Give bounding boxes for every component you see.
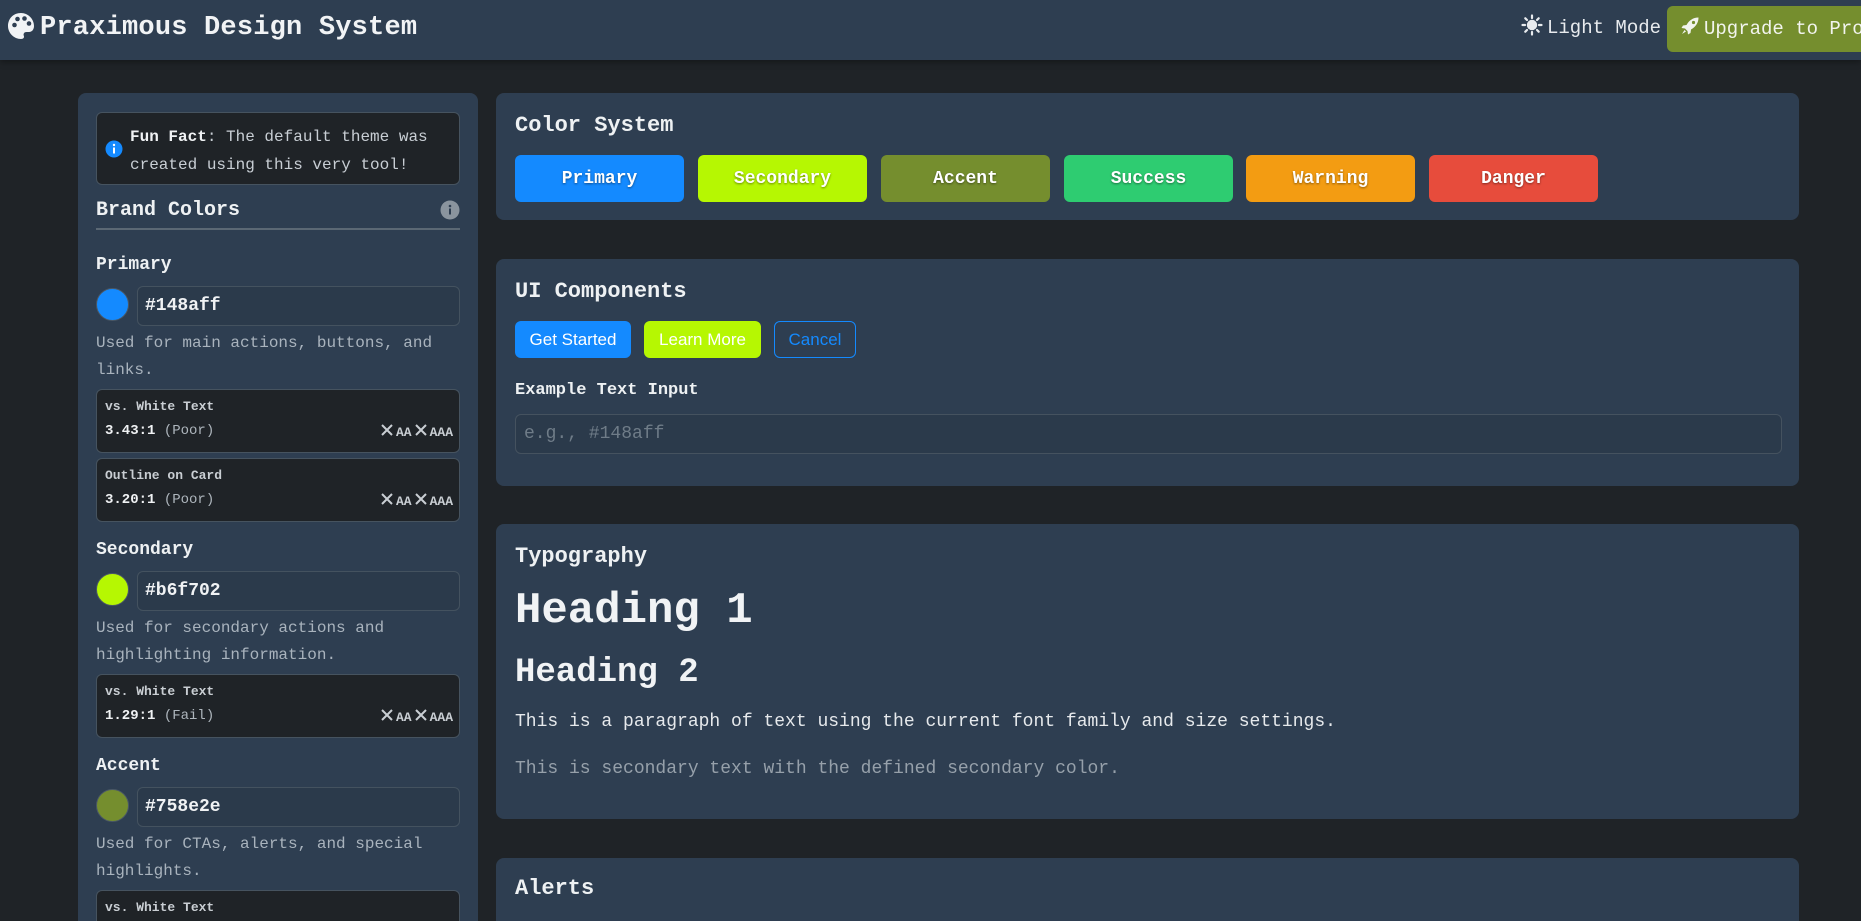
- contrast-rating: (Poor): [163, 423, 215, 439]
- contrast-ratio-value: 3.20:1: [105, 492, 156, 508]
- x-icon: [380, 492, 394, 510]
- contrast-rating: (Poor): [163, 492, 215, 508]
- contrast-ratio: 1.29:1 (Fail): [105, 708, 214, 724]
- aa-badge: AA: [395, 424, 412, 440]
- swatch-success[interactable]: Success: [1064, 155, 1233, 202]
- info-icon: [105, 140, 123, 163]
- input-label: Example Text Input: [515, 381, 699, 400]
- wcag-badges: AA AAA: [380, 423, 453, 441]
- wcag-badges: AA AAA: [380, 492, 453, 510]
- contrast-label: vs. White Text: [105, 399, 215, 414]
- upgrade-to-pro-button[interactable]: Upgrade to Pro: [1667, 6, 1861, 52]
- x-icon: [414, 492, 428, 510]
- color-label-accent: Accent: [96, 756, 161, 776]
- typography-card: Typography Heading 1 Heading 2 This is a…: [496, 524, 1799, 819]
- color-description-accent: Used for CTAs, alerts, and special highl…: [96, 835, 423, 880]
- card-title: Typography: [515, 544, 648, 569]
- contrast-label: Outline on Card: [105, 468, 223, 483]
- contrast-rating: (Fail): [163, 708, 215, 724]
- aaa-badge: AAA: [429, 709, 453, 725]
- card-title: Color System: [515, 113, 674, 138]
- x-icon: [414, 708, 428, 726]
- aa-badge: AA: [395, 493, 412, 509]
- learn-more-button[interactable]: Learn More: [644, 321, 761, 358]
- sun-icon: [1521, 14, 1543, 42]
- info-circle-icon[interactable]: [440, 200, 460, 225]
- swatch-accent[interactable]: Accent: [881, 155, 1050, 202]
- upgrade-label: Upgrade to Pro: [1704, 18, 1861, 40]
- swatch-danger[interactable]: Danger: [1429, 155, 1598, 202]
- color-description-secondary: Used for secondary actions and highlight…: [96, 619, 385, 664]
- fun-fact-text: Fun Fact: The default theme was created …: [130, 123, 455, 179]
- secondary-text-sample: This is secondary text with the defined …: [515, 759, 1120, 779]
- cancel-button[interactable]: Cancel: [774, 321, 856, 358]
- top-navbar: Praximous Design System Light Mode Upgra…: [0, 0, 1861, 60]
- hex-input-secondary[interactable]: #b6f702: [137, 571, 460, 611]
- settings-sidebar: Fun Fact: The default theme was created …: [78, 93, 478, 921]
- color-swatch-secondary[interactable]: [96, 573, 129, 606]
- brand[interactable]: Praximous Design System: [6, 10, 417, 46]
- hex-input-accent[interactable]: #758e2e: [137, 787, 460, 827]
- x-icon: [414, 423, 428, 441]
- paragraph-sample: This is a paragraph of text using the cu…: [515, 712, 1336, 732]
- rocket-icon: [1680, 16, 1700, 42]
- contrast-ratio: 3.43:1 (Poor): [105, 423, 214, 439]
- swatch-warning[interactable]: Warning: [1246, 155, 1415, 202]
- contrast-ratio: 3.20:1 (Poor): [105, 492, 214, 508]
- brand-title: Praximous Design System: [40, 13, 418, 43]
- example-text-input[interactable]: [515, 414, 1782, 454]
- aaa-badge: AAA: [429, 493, 453, 509]
- x-icon: [380, 708, 394, 726]
- ui-components-card: UI Components Get Started Learn More Can…: [496, 259, 1799, 486]
- color-label-primary: Primary: [96, 255, 172, 275]
- color-description-primary: Used for main actions, buttons, and link…: [96, 334, 433, 379]
- heading-2-sample: Heading 2: [515, 654, 699, 692]
- contrast-check: vs. White Text 1.29:1 (Fail) AA AAA: [96, 674, 460, 738]
- fun-fact-callout: Fun Fact: The default theme was created …: [96, 112, 460, 185]
- contrast-check: Outline on Card 3.20:1 (Poor) AA AAA: [96, 458, 460, 522]
- brand-colors-header: Brand Colors: [96, 197, 460, 230]
- color-label-secondary: Secondary: [96, 540, 194, 560]
- alerts-card: Alerts: [496, 858, 1799, 921]
- light-mode-toggle[interactable]: Light Mode: [1521, 12, 1661, 44]
- contrast-ratio-value: 3.43:1: [105, 423, 156, 439]
- hex-input-primary[interactable]: #148aff: [137, 286, 460, 326]
- card-title: UI Components: [515, 279, 687, 304]
- swatch-secondary[interactable]: Secondary: [698, 155, 867, 202]
- light-mode-label: Light Mode: [1547, 17, 1662, 39]
- contrast-ratio-value: 1.29:1: [105, 708, 156, 724]
- x-icon: [380, 423, 394, 441]
- contrast-label: vs. White Text: [105, 684, 215, 699]
- contrast-label: vs. White Text: [105, 900, 215, 915]
- color-swatch-primary[interactable]: [96, 288, 129, 321]
- palette-icon: [6, 11, 36, 46]
- swatch-primary[interactable]: Primary: [515, 155, 684, 202]
- card-title: Alerts: [515, 876, 595, 901]
- section-title: Brand Colors: [96, 199, 241, 222]
- aaa-badge: AAA: [429, 424, 453, 440]
- wcag-badges: AA AAA: [380, 708, 453, 726]
- color-system-card: Color System Primary Secondary Accent Su…: [496, 93, 1799, 220]
- contrast-check: vs. White Text: [96, 890, 460, 921]
- get-started-button[interactable]: Get Started: [515, 321, 631, 358]
- heading-1-sample: Heading 1: [515, 586, 753, 636]
- aa-badge: AA: [395, 709, 412, 725]
- contrast-check: vs. White Text 3.43:1 (Poor) AA AAA: [96, 389, 460, 453]
- fun-fact-lead: Fun Fact: [130, 128, 207, 146]
- color-swatch-accent[interactable]: [96, 789, 129, 822]
